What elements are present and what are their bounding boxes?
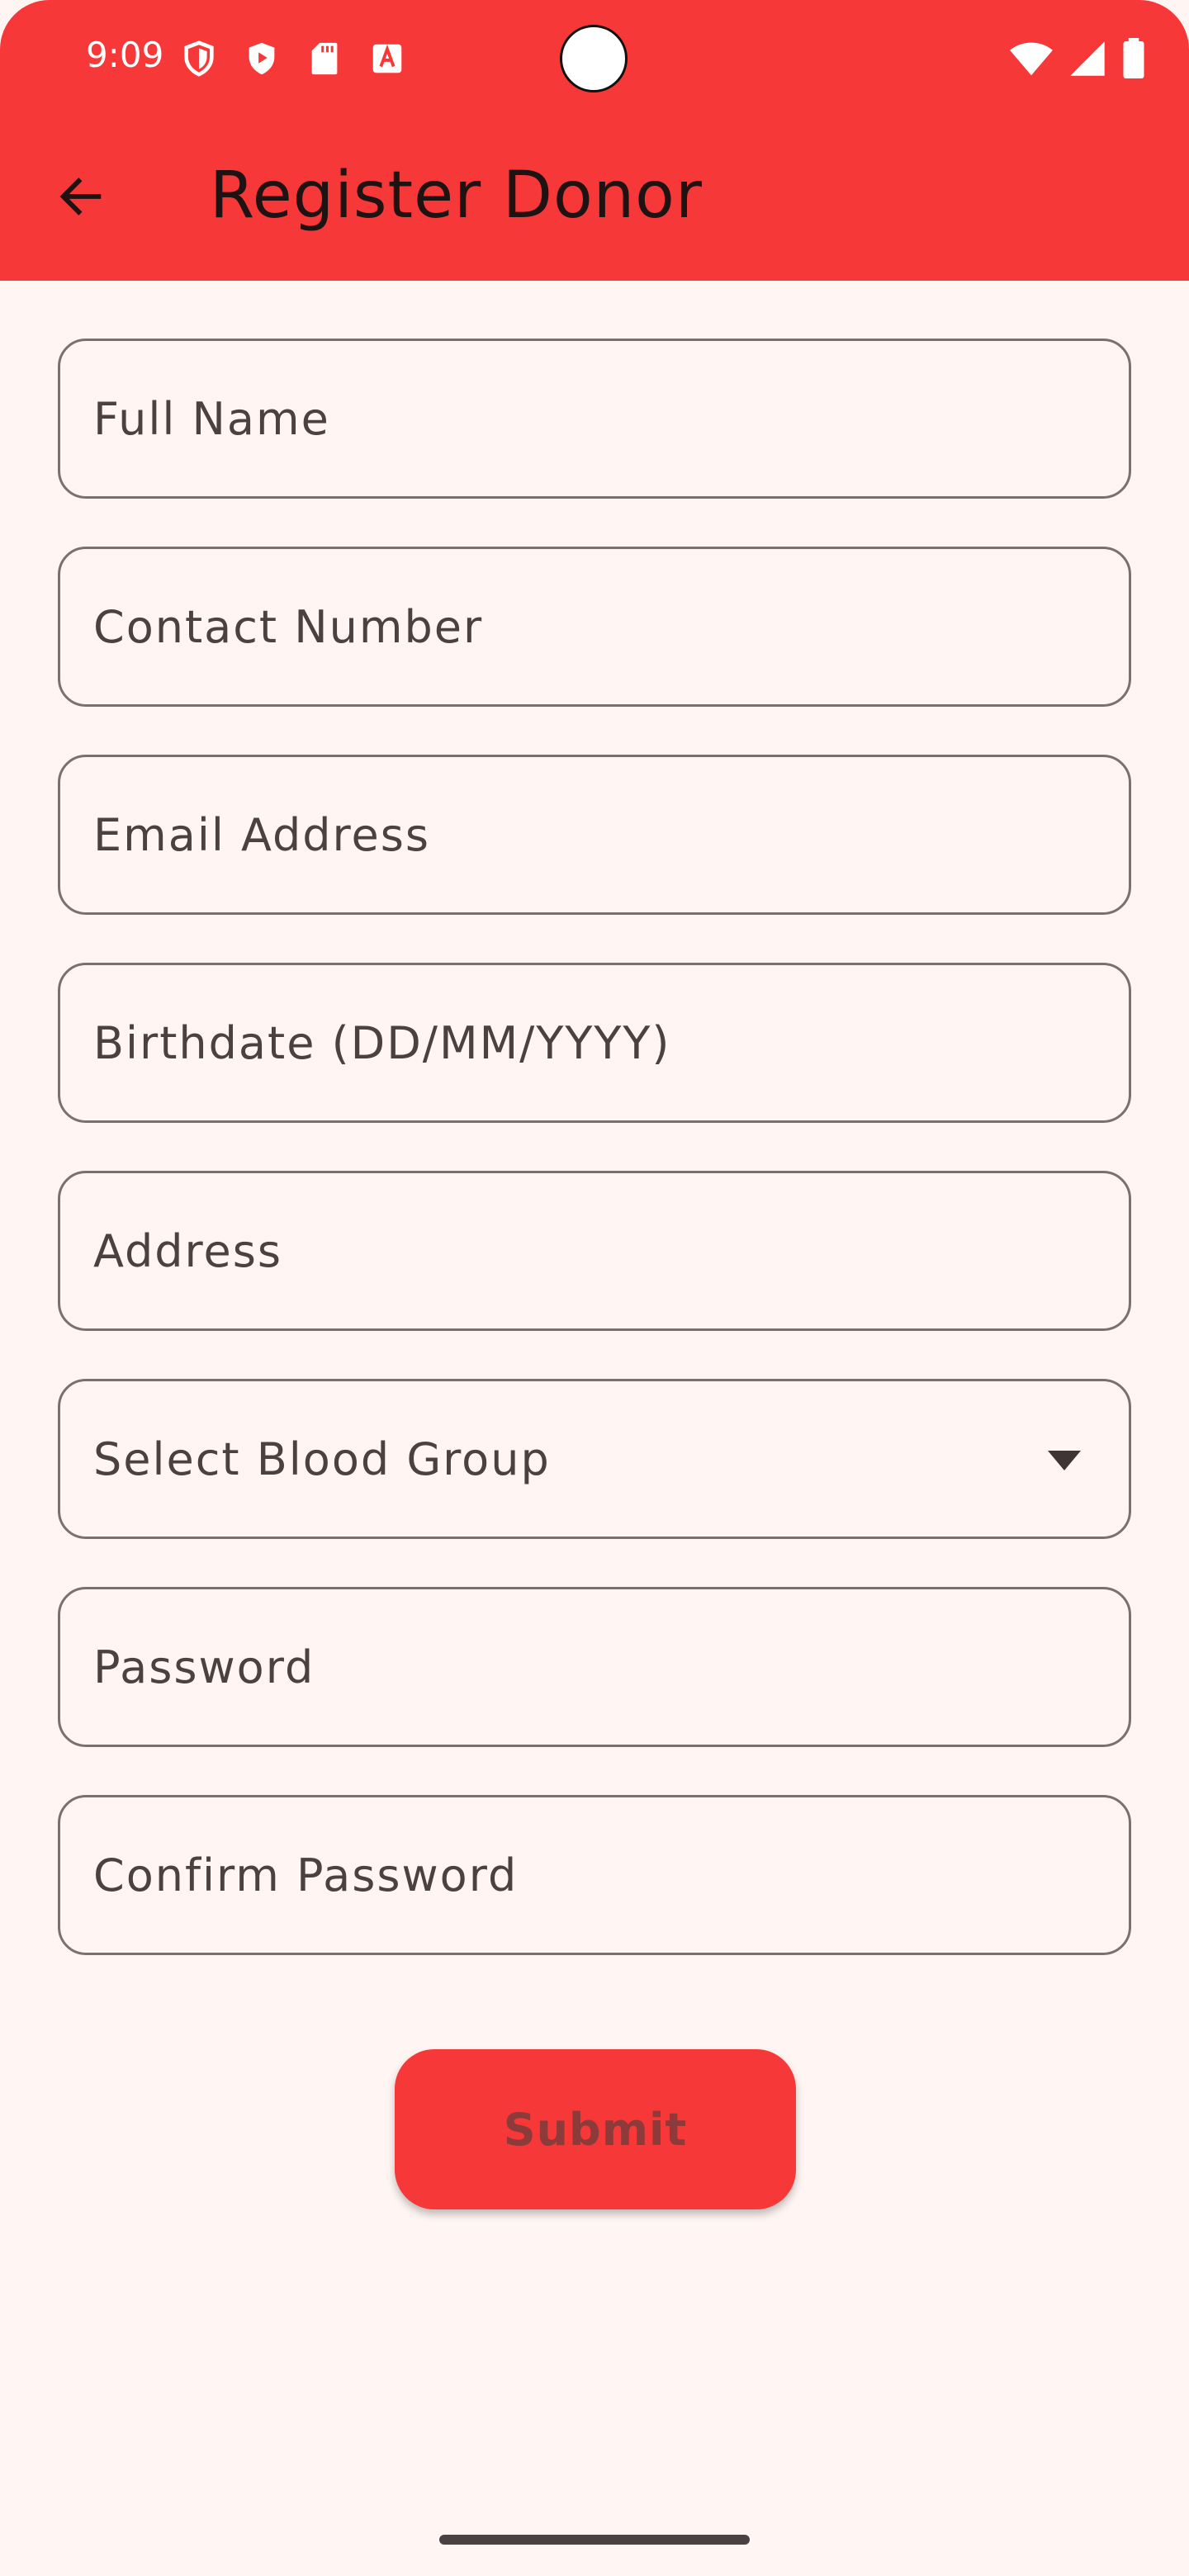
submit-button[interactable]: Submit <box>395 2049 796 2209</box>
signal-icon <box>1070 41 1105 76</box>
sd-card-icon <box>311 42 338 75</box>
back-button[interactable] <box>48 163 114 230</box>
contact-number-field-container <box>58 547 1131 707</box>
status-bar: 9:09 <box>0 0 1189 121</box>
status-time: 9:09 <box>86 35 164 75</box>
email-field-container <box>58 755 1131 915</box>
dropdown-arrow-icon <box>1048 1451 1081 1470</box>
status-icons-right <box>1009 38 1146 79</box>
birthdate-field-container <box>58 963 1131 1123</box>
camera-cutout <box>560 25 628 92</box>
full-name-field-container <box>58 339 1131 499</box>
play-protect-icon <box>249 42 275 75</box>
password-field-container <box>58 1587 1131 1747</box>
submit-container: Submit <box>395 2049 796 2209</box>
birthdate-input[interactable] <box>60 965 1129 1120</box>
confirm-password-field-container <box>58 1795 1131 1955</box>
blood-group-label: Select Blood Group <box>93 1432 551 1485</box>
page-title: Register Donor <box>210 159 703 233</box>
email-address-input[interactable] <box>60 757 1129 912</box>
shield-icon <box>184 40 214 77</box>
app-bar: Register Donor <box>0 121 1189 281</box>
gesture-nav-handle[interactable] <box>439 2535 750 2545</box>
password-input[interactable] <box>60 1589 1129 1745</box>
arrow-left-icon <box>59 178 102 215</box>
address-field-container <box>58 1171 1131 1331</box>
register-donor-screen: 9:09 Register Donor Full Name Contact Nu… <box>0 0 1189 2576</box>
status-icons-left <box>180 40 406 78</box>
address-input[interactable] <box>60 1173 1129 1328</box>
battery-icon <box>1123 38 1144 78</box>
confirm-password-input[interactable] <box>60 1797 1129 1953</box>
wifi-icon <box>1010 42 1053 76</box>
font-a-icon <box>372 44 402 73</box>
top-bar: 9:09 Register Donor <box>0 0 1189 281</box>
contact-number-input[interactable] <box>60 549 1129 704</box>
blood-group-select[interactable]: Select Blood Group <box>58 1379 1131 1539</box>
register-form: Select Blood Group <box>58 339 1131 2003</box>
full-name-input[interactable] <box>60 341 1129 496</box>
